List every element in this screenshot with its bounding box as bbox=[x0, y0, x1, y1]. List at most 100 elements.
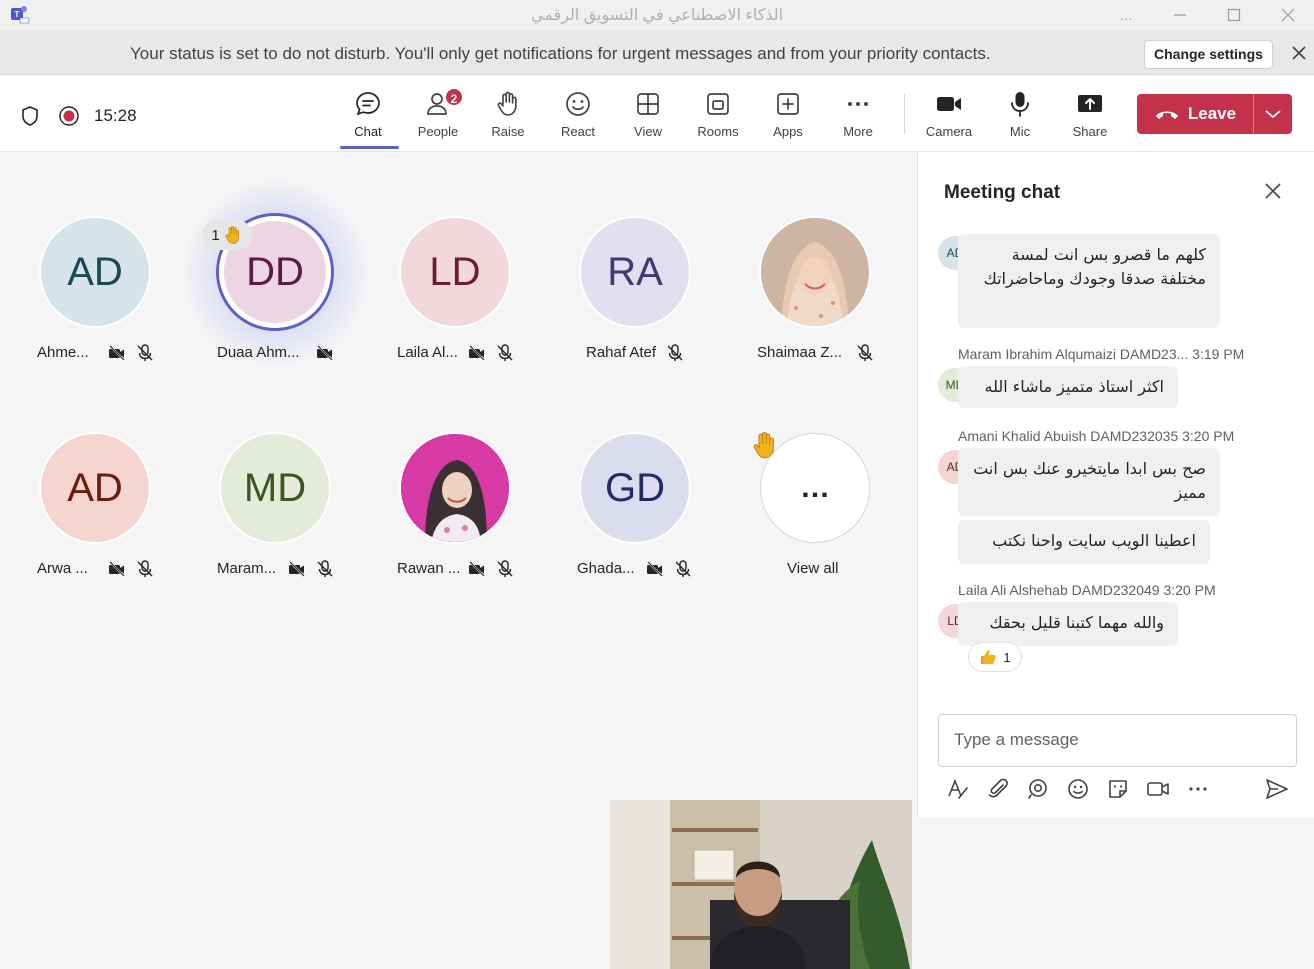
apps-icon bbox=[777, 93, 799, 115]
more-options-icon[interactable] bbox=[1185, 776, 1211, 802]
camera-label: Camera bbox=[925, 124, 973, 139]
view-all-button[interactable]: … bbox=[761, 434, 869, 542]
message-input[interactable] bbox=[954, 730, 1274, 750]
dismiss-banner-icon[interactable] bbox=[1288, 42, 1310, 64]
raise-hand-icon bbox=[497, 91, 517, 116]
camera-off-icon bbox=[289, 561, 305, 577]
mic-off-icon bbox=[497, 560, 513, 577]
status-message: Your status is set to do not disturb. Yo… bbox=[130, 44, 991, 63]
leave-button[interactable]: Leave bbox=[1137, 94, 1292, 134]
camera-off-icon bbox=[469, 345, 485, 361]
participant-name: Arwa ... bbox=[37, 560, 88, 577]
more-icon bbox=[848, 102, 868, 106]
chat-message: والله مهما كتبنا قليل بحقك bbox=[958, 602, 1178, 646]
view-button[interactable]: View bbox=[616, 86, 680, 146]
chat-message: كلهم ما قصرو بس انت لمسة مختلفة صدقا وجو… bbox=[958, 234, 1220, 328]
avatar: AD bbox=[41, 434, 149, 542]
compose-box[interactable] bbox=[938, 714, 1297, 767]
raised-hand-badge: 1 bbox=[202, 220, 252, 250]
close-chat-icon[interactable] bbox=[1262, 180, 1284, 202]
avatar: MD bbox=[221, 434, 329, 542]
participant-tile[interactable]: Rawan ... bbox=[368, 420, 538, 610]
participant-tile[interactable]: LD Laila Al... bbox=[368, 204, 538, 394]
chat-message: اعطينا الويب سايت واحنا نكتب bbox=[958, 520, 1210, 564]
avatar: LD bbox=[401, 218, 509, 326]
chat-message: اكثر استاذ متميز ماشاء الله bbox=[958, 366, 1178, 408]
participant-tile-speaking[interactable]: DD 1 Duaa Ahm... bbox=[178, 180, 374, 394]
participant-tile[interactable]: AD Arwa ... bbox=[8, 420, 178, 610]
chevron-down-icon bbox=[1265, 110, 1281, 119]
participant-tile[interactable]: AD Ahme... bbox=[8, 204, 178, 394]
react-icon bbox=[566, 92, 590, 116]
people-label: People bbox=[417, 124, 459, 139]
toolbar-divider bbox=[904, 94, 905, 134]
mic-off-icon bbox=[497, 344, 513, 361]
participant-name: Shaimaa Z... bbox=[757, 344, 843, 361]
active-tab-indicator bbox=[340, 146, 399, 149]
leave-options-button[interactable] bbox=[1254, 94, 1292, 134]
maximize-button[interactable] bbox=[1214, 0, 1254, 30]
leave-main-button[interactable]: Leave bbox=[1137, 94, 1253, 134]
avatar-photo bbox=[401, 434, 509, 542]
loop-icon[interactable] bbox=[1025, 776, 1051, 802]
like-reaction[interactable]: 1 bbox=[968, 642, 1022, 672]
hang-up-icon bbox=[1155, 111, 1178, 119]
view-label: View bbox=[634, 124, 662, 139]
mic-label: Mic bbox=[1009, 124, 1031, 139]
more-label: More bbox=[843, 124, 873, 139]
self-video-preview[interactable] bbox=[610, 800, 912, 969]
raised-hand-icon bbox=[225, 226, 239, 244]
leave-label: Leave bbox=[1187, 104, 1237, 123]
close-window-button[interactable] bbox=[1268, 0, 1308, 30]
view-all-label[interactable]: View all bbox=[787, 560, 838, 577]
window-more-button[interactable]: … bbox=[1106, 0, 1146, 30]
emoji-icon[interactable] bbox=[1065, 776, 1091, 802]
view-all-tile[interactable]: … View all bbox=[728, 420, 898, 610]
sticker-icon[interactable] bbox=[1105, 776, 1131, 802]
camera-off-icon bbox=[109, 345, 125, 361]
avatar: AD bbox=[41, 218, 149, 326]
share-icon bbox=[1078, 95, 1102, 112]
send-icon[interactable] bbox=[1264, 776, 1290, 802]
raise-label: Raise bbox=[491, 124, 525, 139]
meeting-toolbar: 15:28 Chat 2 People Raise React View Roo… bbox=[0, 76, 1314, 152]
meeting-timer: 15:28 bbox=[94, 106, 137, 125]
mic-button[interactable]: Mic bbox=[988, 86, 1052, 146]
camera-button[interactable]: Camera bbox=[917, 86, 981, 146]
raise-hand-button[interactable]: Raise bbox=[476, 86, 540, 146]
participant-gallery: AD Ahme... DD 1 Duaa Ahm... LD Laila Al.… bbox=[0, 152, 917, 969]
participant-tile[interactable]: GD Ghada... bbox=[548, 420, 718, 610]
reaction-count: 1 bbox=[1003, 649, 1011, 665]
camera-off-icon bbox=[647, 561, 663, 577]
attach-icon[interactable] bbox=[985, 776, 1011, 802]
mic-off-icon bbox=[317, 560, 333, 577]
message-meta: Maram Ibrahim Alqumaizi DAMD23... 3:19 P… bbox=[958, 346, 1245, 362]
view-icon bbox=[637, 93, 659, 115]
apps-button[interactable]: Apps bbox=[756, 86, 820, 146]
shield-icon[interactable] bbox=[20, 105, 40, 127]
chat-button[interactable]: Chat bbox=[336, 86, 400, 146]
participant-tile[interactable]: MD Maram... bbox=[188, 420, 358, 610]
close-icon bbox=[1281, 8, 1295, 22]
participant-tile[interactable]: Shaimaa Z... bbox=[728, 204, 898, 394]
chat-icon bbox=[356, 92, 380, 116]
participant-name: Ghada... bbox=[577, 560, 635, 577]
video-clip-icon[interactable] bbox=[1145, 776, 1171, 802]
message-meta: Amani Khalid Abuish DAMD232035 3:20 PM bbox=[958, 428, 1235, 444]
share-label: Share bbox=[1072, 124, 1108, 139]
participant-name: Maram... bbox=[217, 560, 277, 577]
minimize-icon bbox=[1174, 14, 1186, 16]
minimize-button[interactable] bbox=[1160, 0, 1200, 30]
rooms-label: Rooms bbox=[697, 124, 739, 139]
participant-tile[interactable]: RA Rahaf Atef bbox=[548, 204, 718, 394]
change-settings-button[interactable]: Change settings bbox=[1144, 40, 1273, 69]
mic-off-icon bbox=[675, 560, 691, 577]
raised-hand-count: 1 bbox=[211, 226, 220, 244]
share-button[interactable]: Share bbox=[1058, 86, 1122, 146]
apps-label: Apps bbox=[773, 124, 803, 139]
people-button[interactable]: 2 People bbox=[406, 86, 470, 146]
more-button[interactable]: More bbox=[826, 86, 890, 146]
format-icon[interactable] bbox=[945, 776, 971, 802]
rooms-button[interactable]: Rooms bbox=[686, 86, 750, 146]
react-button[interactable]: React bbox=[546, 86, 610, 146]
